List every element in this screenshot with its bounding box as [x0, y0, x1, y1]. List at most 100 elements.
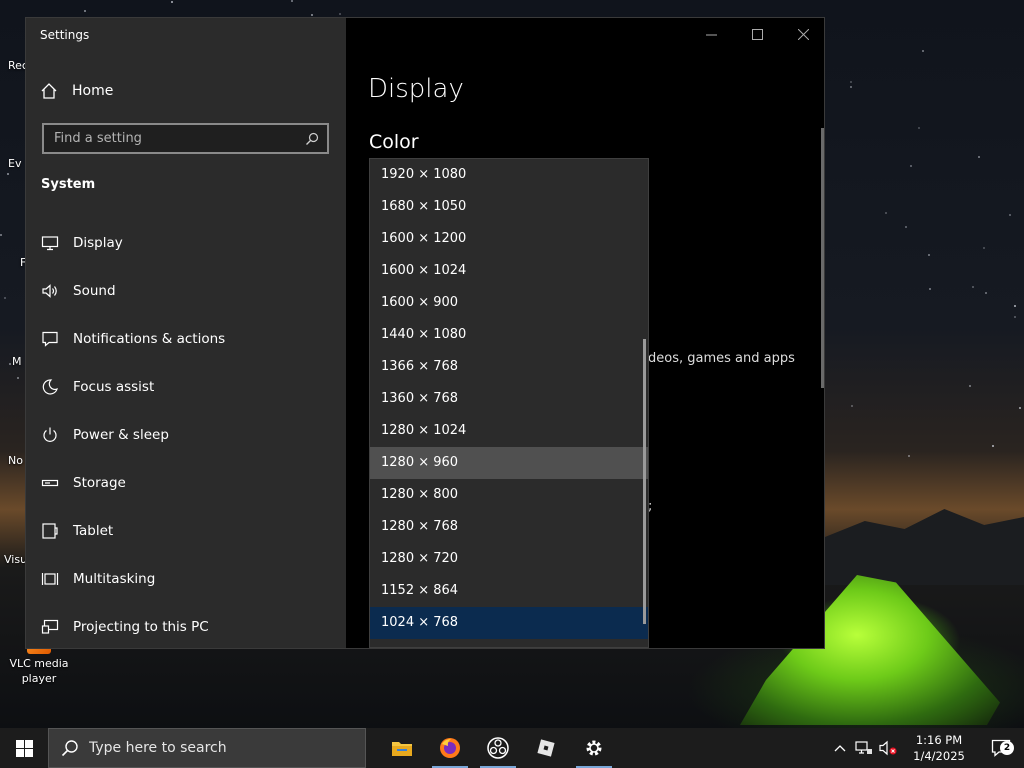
star	[1018, 407, 1021, 410]
minimize-button[interactable]	[688, 18, 734, 50]
desktop-icon-label-partial[interactable]: Ev	[8, 157, 21, 170]
resolution-option[interactable]: 1152 × 864	[370, 575, 648, 607]
resolution-option[interactable]: 1600 × 1200	[370, 223, 648, 255]
sidebar-item-label: Focus assist	[73, 379, 155, 395]
taskbar: 1:16 PM 1/4/2025 2	[0, 728, 1024, 768]
star	[984, 292, 987, 295]
show-hidden-icons-button[interactable]	[828, 728, 852, 768]
obs-icon	[487, 737, 509, 759]
sidebar-item-label: Storage	[73, 475, 126, 491]
maximize-button[interactable]	[734, 18, 780, 50]
close-button[interactable]	[780, 18, 824, 50]
sidebar-item-power-sleep[interactable]: Power & sleep	[26, 411, 346, 459]
home-icon	[41, 83, 57, 99]
resolution-option[interactable]: 1360 × 768	[370, 383, 648, 415]
tablet-icon	[42, 523, 58, 539]
resolution-option[interactable]: 1280 × 800	[370, 479, 648, 511]
search-icon[interactable]	[305, 132, 319, 146]
resolution-option[interactable]: 1680 × 1050	[370, 191, 648, 223]
taskbar-search[interactable]	[48, 728, 366, 768]
star	[850, 404, 853, 407]
resolution-option[interactable]: 1920 × 1080	[370, 159, 648, 191]
sidebar-item-tablet[interactable]: Tablet	[26, 507, 346, 555]
star	[929, 287, 932, 290]
power-icon	[43, 427, 57, 442]
resolution-option[interactable]: 1600 × 1024	[370, 255, 648, 287]
sidebar-item-projecting[interactable]: Projecting to this PC	[26, 603, 346, 648]
star	[991, 444, 994, 447]
taskbar-app-settings[interactable]	[570, 728, 618, 768]
search-icon	[61, 740, 78, 757]
settings-sidebar: Settings Home System Display	[26, 18, 346, 648]
star	[917, 126, 920, 129]
resolution-option[interactable]: 1280 × 960	[370, 447, 648, 479]
start-button[interactable]	[0, 728, 48, 768]
star	[905, 225, 908, 228]
resolution-option[interactable]: 1440 × 1080	[370, 319, 648, 351]
star	[908, 455, 911, 458]
network-button[interactable]	[852, 728, 876, 768]
resolution-option[interactable]: 1600 × 900	[370, 287, 648, 319]
star	[0, 233, 3, 236]
sidebar-item-label: Tablet	[73, 523, 114, 539]
star	[8, 363, 11, 366]
star	[978, 155, 981, 158]
notification-icon	[42, 331, 58, 347]
storage-icon	[41, 479, 59, 487]
sidebar-item-label: Power & sleep	[73, 427, 169, 443]
content-scrollbar[interactable]	[821, 128, 824, 388]
star	[7, 172, 10, 175]
star	[17, 377, 20, 380]
resolution-option[interactable]: 1280 × 1024	[370, 415, 648, 447]
sidebar-item-multitasking[interactable]: Multitasking	[26, 555, 346, 603]
taskbar-search-input[interactable]	[89, 740, 365, 756]
resolution-option[interactable]: 1366 × 768	[370, 351, 648, 383]
maximize-icon	[751, 28, 763, 40]
file-explorer-icon	[392, 742, 412, 756]
star	[83, 10, 86, 13]
network-icon	[855, 741, 872, 754]
resolution-option[interactable]: 1024 × 768	[370, 607, 648, 639]
resolution-option[interactable]: 1280 × 768	[370, 511, 648, 543]
sidebar-item-storage[interactable]: Storage	[26, 459, 346, 507]
action-center-button[interactable]: 2	[978, 728, 1024, 768]
sidebar-section-title: System	[41, 177, 96, 192]
sidebar-home[interactable]: Home	[40, 80, 113, 102]
star	[1009, 213, 1012, 216]
notification-count-badge: 2	[1000, 741, 1014, 755]
sidebar-item-display[interactable]: Display	[26, 219, 346, 267]
system-tray: 1:16 PM 1/4/2025 2	[828, 728, 1024, 768]
dropdown-scrollbar[interactable]	[643, 339, 646, 624]
star	[1013, 304, 1016, 307]
sidebar-nav: Display Sound Notifications & actions Fo…	[26, 219, 346, 648]
sidebar-item-sound[interactable]: Sound	[26, 267, 346, 315]
sidebar-item-notifications[interactable]: Notifications & actions	[26, 315, 346, 363]
taskbar-app-file-explorer[interactable]	[378, 728, 426, 768]
star	[971, 285, 974, 288]
settings-gear-icon	[586, 740, 602, 756]
sidebar-item-focus-assist[interactable]: Focus assist	[26, 363, 346, 411]
taskbar-app-roblox[interactable]	[522, 728, 570, 768]
star	[290, 0, 293, 2]
windows-logo-icon	[15, 739, 33, 757]
background-setting-text: deos, games and apps	[648, 351, 795, 366]
desktop-icon-label-partial[interactable]: M	[12, 355, 22, 368]
taskbar-clock[interactable]: 1:16 PM 1/4/2025	[900, 732, 978, 764]
taskbar-app-obs[interactable]	[474, 728, 522, 768]
taskbar-app-firefox[interactable]	[426, 728, 474, 768]
star	[850, 85, 853, 88]
color-section-heading: Color	[369, 131, 419, 153]
resolution-option[interactable]: 1280 × 720	[370, 543, 648, 575]
sidebar-item-label: Display	[73, 235, 123, 251]
moon-icon	[42, 379, 58, 395]
volume-button[interactable]	[876, 728, 900, 768]
star	[338, 13, 341, 16]
desktop-icon-label-partial[interactable]: Visu	[4, 553, 27, 566]
roblox-icon	[537, 739, 555, 757]
monitor-icon	[41, 236, 59, 251]
find-setting-search[interactable]	[42, 123, 329, 154]
desktop-icon-label-partial[interactable]: No	[8, 454, 23, 467]
minimize-icon	[705, 34, 717, 35]
find-setting-input[interactable]	[54, 131, 305, 146]
star	[968, 385, 971, 388]
